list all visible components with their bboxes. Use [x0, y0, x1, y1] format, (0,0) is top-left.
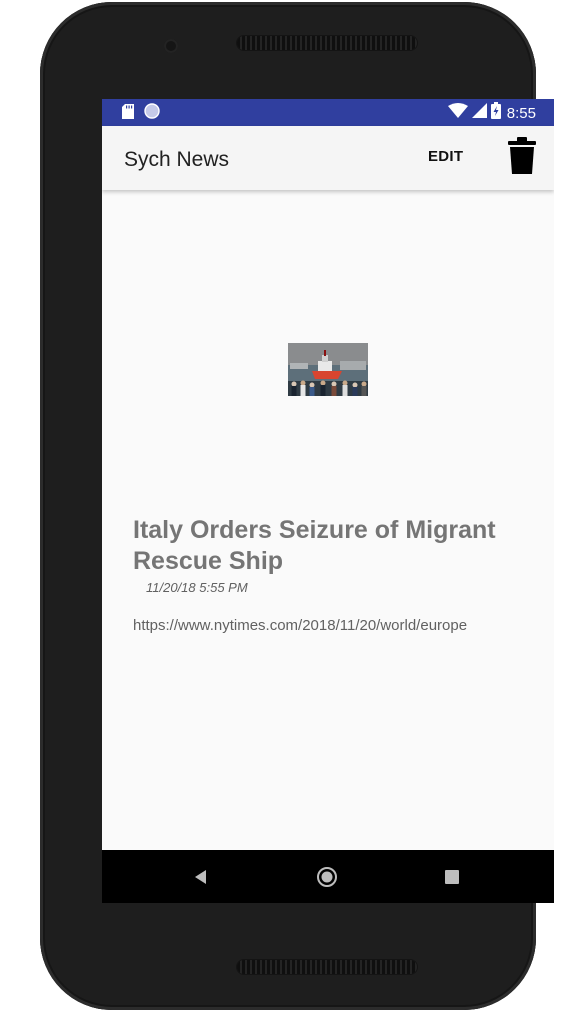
- wifi-icon: [447, 102, 468, 124]
- status-clock: 8:55: [506, 104, 536, 122]
- article-detail: Italy Orders Seizure of Migrant Rescue S…: [102, 190, 554, 850]
- status-bar: 8:55: [102, 99, 554, 126]
- article-headline: Italy Orders Seizure of Migrant Rescue S…: [133, 516, 496, 575]
- trash-icon[interactable]: [508, 137, 536, 179]
- sd-card-icon: [122, 103, 134, 124]
- article-url[interactable]: https://www.nytimes.com/2018/11/20/world…: [133, 617, 467, 634]
- app-bar: Sych News EDIT: [102, 126, 554, 190]
- battery-charging-icon: [490, 102, 501, 124]
- cell-signal-icon: [471, 103, 487, 123]
- navigation-bar: [102, 850, 554, 903]
- screen: 8:55 Sych News EDIT Italy Orders Seizure…: [102, 99, 554, 903]
- front-camera: [164, 39, 178, 53]
- article-image: [288, 343, 368, 396]
- phone-frame: 8:55 Sych News EDIT Italy Orders Seizure…: [40, 2, 554, 1010]
- bottom-speaker: [237, 960, 417, 974]
- back-icon[interactable]: [194, 870, 208, 889]
- top-speaker: [237, 36, 417, 50]
- app-title: Sych News: [124, 148, 230, 171]
- recents-icon[interactable]: [445, 870, 459, 889]
- edit-button[interactable]: EDIT: [428, 148, 463, 165]
- home-icon[interactable]: [316, 866, 338, 893]
- sync-circle-icon: [144, 103, 160, 124]
- article-date: 11/20/18 5:55 PM: [146, 580, 248, 595]
